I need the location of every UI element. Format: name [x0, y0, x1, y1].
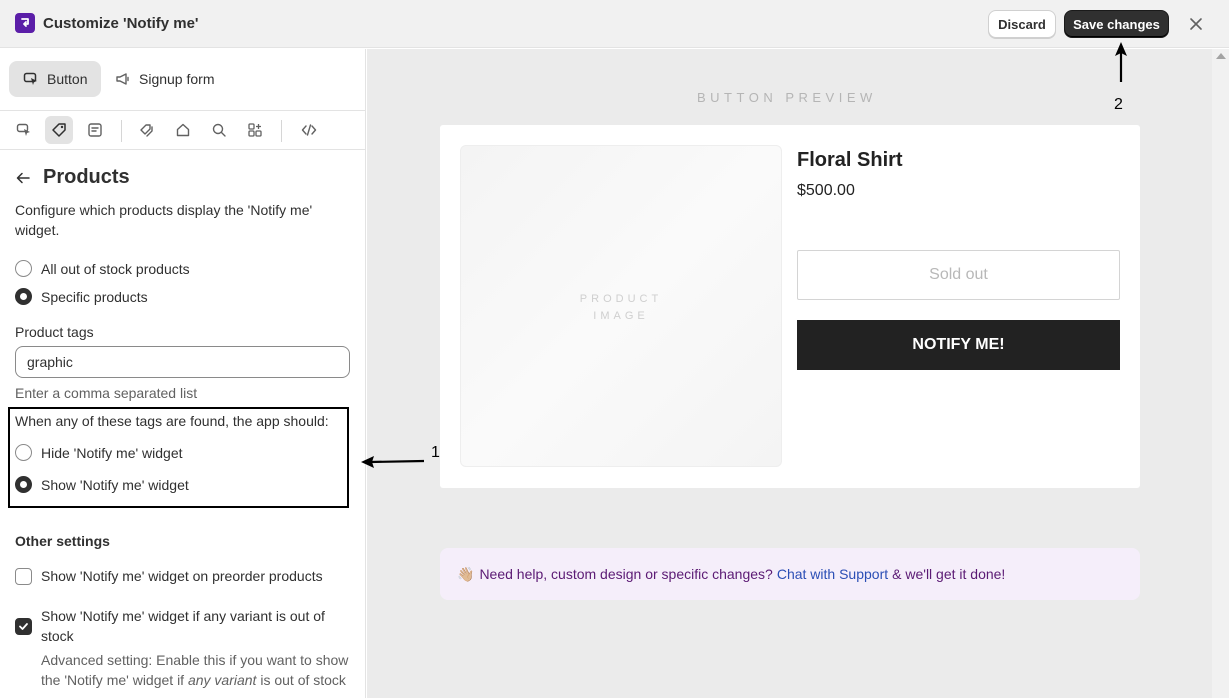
top-bar: Customize 'Notify me' Discard Save chang… — [0, 0, 1229, 48]
product-image-placeholder: PRODUCT IMAGE — [460, 145, 782, 467]
apps-icon[interactable] — [241, 116, 269, 144]
chat-support-link[interactable]: Chat with Support — [777, 566, 888, 582]
radio-show-widget[interactable]: Show 'Notify me' widget — [15, 476, 189, 493]
notify-me-button[interactable]: NOTIFY ME! — [797, 320, 1120, 370]
back-arrow-icon[interactable] — [15, 170, 31, 186]
tag-icon[interactable] — [45, 116, 73, 144]
tabs: Button Signup form — [0, 49, 365, 111]
close-icon[interactable] — [1186, 14, 1206, 34]
annotation-number-2: 2 — [1114, 96, 1123, 113]
divider — [281, 120, 282, 142]
scroll-up-icon[interactable] — [1216, 53, 1226, 59]
section-description: Configure which products display the 'No… — [15, 202, 313, 238]
product-image-line2: IMAGE — [593, 310, 649, 322]
preview-label: BUTTON PREVIEW — [697, 90, 877, 105]
tab-signup-form-label: Signup form — [139, 71, 215, 87]
product-tags-value: graphic — [27, 354, 73, 370]
sold-out-button: Sold out — [797, 250, 1120, 300]
tab-signup-form[interactable]: Signup form — [115, 61, 235, 97]
checkbox-label: Show 'Notify me' widget if any variant i… — [41, 608, 325, 644]
home-icon[interactable] — [169, 116, 197, 144]
advanced-note-suffix: is out of stock — [256, 672, 346, 688]
product-card: PRODUCT IMAGE Floral Shirt $500.00 Sold … — [440, 125, 1140, 488]
tags-icon[interactable] — [133, 116, 161, 144]
settings-panel: Button Signup form Products Configure wh… — [0, 49, 366, 698]
code-icon[interactable] — [295, 116, 323, 144]
checkbox-label: Show 'Notify me' widget on preorder prod… — [41, 568, 323, 584]
save-changes-button[interactable]: Save changes — [1064, 10, 1169, 38]
cursor-click-icon — [23, 72, 37, 85]
section-title: Products — [43, 166, 130, 188]
help-banner: 👋🏼 Need help, custom design or specific … — [440, 548, 1140, 600]
tag-action-label: When any of these tags are found, the ap… — [15, 413, 329, 429]
discard-button[interactable]: Discard — [988, 10, 1056, 38]
product-image-line1: PRODUCT — [579, 293, 663, 305]
radio-label: Hide 'Notify me' widget — [41, 444, 183, 461]
form-icon[interactable] — [81, 116, 109, 144]
radio-control[interactable] — [15, 260, 32, 277]
product-price: $500.00 — [797, 182, 855, 199]
wave-emoji-icon: 👋🏼 — [457, 565, 475, 582]
checkbox-control[interactable] — [15, 568, 32, 585]
product-tags-label: Product tags — [15, 324, 94, 340]
advanced-note-emphasis: any variant — [187, 672, 257, 688]
annotation-number-1: 1 — [431, 444, 440, 461]
other-settings-title: Other settings — [15, 533, 110, 549]
help-suffix: & we'll get it done! — [892, 566, 1006, 582]
radio-control[interactable] — [15, 444, 32, 461]
scrollbar[interactable] — [1212, 49, 1229, 698]
tab-button-label: Button — [47, 71, 88, 87]
annotation-arrow-1 — [361, 456, 425, 468]
product-image-text: PRODUCT IMAGE — [461, 291, 781, 325]
tab-button[interactable]: Button — [9, 61, 101, 97]
annotation-arrow-2 — [1115, 42, 1127, 82]
app-logo-icon — [15, 13, 35, 33]
megaphone-icon — [116, 73, 129, 85]
radio-label: All out of stock products — [41, 260, 190, 277]
radio-label: Specific products — [41, 288, 148, 305]
product-tags-input[interactable]: graphic — [15, 346, 350, 378]
radio-hide-widget[interactable]: Hide 'Notify me' widget — [15, 444, 183, 461]
help-text: Need help, custom design or specific cha… — [479, 566, 773, 582]
divider — [121, 120, 122, 142]
radio-specific-products[interactable]: Specific products — [15, 288, 148, 305]
checkmark-icon — [19, 623, 28, 630]
search-icon[interactable] — [205, 116, 233, 144]
radio-all-out-of-stock[interactable]: All out of stock products — [15, 260, 190, 277]
section-icon-bar — [0, 111, 365, 150]
radio-control[interactable] — [15, 476, 32, 493]
cursor-icon[interactable] — [10, 116, 38, 144]
radio-control[interactable] — [15, 288, 32, 305]
checkbox-control[interactable] — [15, 618, 32, 635]
heading-row: Products — [15, 166, 130, 189]
radio-label: Show 'Notify me' widget — [41, 476, 189, 493]
advanced-setting-note: Advanced setting: Enable this if you wan… — [41, 650, 361, 690]
product-name: Floral Shirt — [797, 149, 903, 171]
product-tags-help: Enter a comma separated list — [15, 385, 198, 401]
page-title: Customize 'Notify me' — [43, 15, 199, 32]
